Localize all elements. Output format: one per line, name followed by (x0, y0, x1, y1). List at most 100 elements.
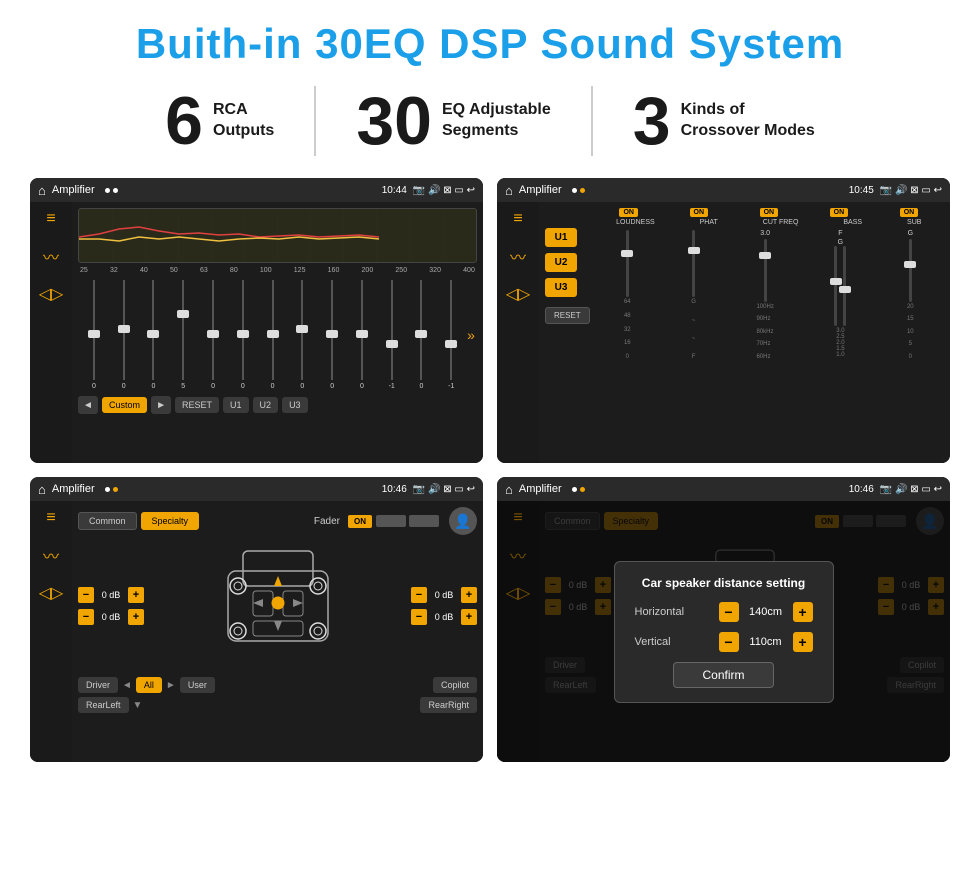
cross-controls: ON ON ON ON ON LOUDNESS PHAT CUT FREQ (594, 208, 944, 457)
status-dots-eq (105, 188, 118, 193)
screen-content-fader: ≡ 〰 ◁▷ Common Specialty Fader ON (30, 501, 483, 762)
home-icon-dialog[interactable]: ⌂ (505, 482, 513, 497)
u2-button[interactable]: U2 (545, 253, 577, 272)
db-plus-br[interactable]: + (461, 609, 477, 625)
status-icons-cross: 📷 🔊 ⊠ ▭ ↩ (880, 185, 942, 196)
db-minus-tr[interactable]: − (411, 587, 427, 603)
fader-bottom-row2: RearLeft ▼ RearRight (78, 697, 477, 713)
eq-u1-btn[interactable]: U1 (223, 397, 249, 413)
dialog-plus-vertical[interactable]: + (793, 632, 813, 652)
eq-slider-11[interactable]: 0 (408, 280, 436, 390)
eq-slider-2[interactable]: 0 (140, 280, 168, 390)
u3-button[interactable]: U3 (545, 278, 577, 297)
sidebar-icon-speaker[interactable]: ◁▷ (39, 284, 64, 304)
eq-sliders: 0 0 0 5 0 0 0 0 0 0 -1 0 -1 » (78, 280, 477, 390)
feature-text-crossover: Kinds ofCrossover Modes (681, 100, 815, 142)
btn-copilot[interactable]: Copilot (433, 677, 477, 693)
status-bar-dialog: ⌂ Amplifier 10:46 📷 🔊 ⊠ ▭ ↩ (497, 477, 950, 501)
eq-slider-0[interactable]: 0 (80, 280, 108, 390)
eq-prev-btn[interactable]: ◄ (78, 396, 98, 414)
btn-user[interactable]: User (180, 677, 215, 693)
slider-cutfreq[interactable]: 3.0 100Hz90Hz80kHz70Hz60Hz (756, 230, 773, 360)
status-dots-dialog (572, 487, 585, 492)
label-sub: SUB (907, 219, 921, 226)
eq-slider-4[interactable]: 0 (199, 280, 227, 390)
db-plus-bl[interactable]: + (128, 609, 144, 625)
slider-bass[interactable]: F G 3.02.52.01.51.0 (834, 230, 846, 360)
slider-phat[interactable]: G~~F (691, 230, 696, 360)
fader-slider-1[interactable] (376, 515, 406, 527)
db-val-br: 0 dB (430, 612, 458, 622)
fader-on-toggle[interactable]: ON (348, 515, 372, 528)
feature-crossover: 3 Kinds ofCrossover Modes (593, 87, 855, 155)
status-title-eq: Amplifier (52, 184, 95, 196)
db-minus-bl[interactable]: − (78, 609, 94, 625)
on-badge-cutfreq: ON (760, 208, 779, 217)
db-plus-tr[interactable]: + (461, 587, 477, 603)
u1-button[interactable]: U1 (545, 228, 577, 247)
dialog-label-horizontal: Horizontal (635, 606, 705, 618)
sidebar-icon-eq[interactable]: ≡ (46, 210, 55, 228)
sidebar-icon-cross1[interactable]: ≡ (513, 210, 522, 228)
sidebar-icon-fader1[interactable]: ≡ (46, 509, 55, 527)
dialog-plus-horizontal[interactable]: + (793, 602, 813, 622)
eq-slider-8[interactable]: 0 (318, 280, 346, 390)
eq-next-btn[interactable]: ► (151, 396, 171, 414)
dot-d2 (580, 487, 585, 492)
sidebar-icon-fader3[interactable]: ◁▷ (39, 583, 64, 603)
cross-sliders-row: 644832160 G~~F (594, 230, 944, 457)
db-minus-br[interactable]: − (411, 609, 427, 625)
feature-text-eq: EQ AdjustableSegments (442, 100, 551, 142)
eq-slider-10[interactable]: -1 (378, 280, 406, 390)
btn-driver[interactable]: Driver (78, 677, 118, 693)
eq-reset-btn[interactable]: RESET (175, 397, 219, 413)
db-plus-tl[interactable]: + (128, 587, 144, 603)
screen-crossover: ⌂ Amplifier 10:45 📷 🔊 ⊠ ▭ ↩ ≡ 〰 ◁▷ (497, 178, 950, 463)
sidebar-icon-cross3[interactable]: ◁▷ (506, 284, 531, 304)
status-icons-fader: 📷 🔊 ⊠ ▭ ↩ (413, 484, 475, 495)
eq-slider-3[interactable]: 5 (169, 280, 197, 390)
down-arrow-icon[interactable]: ▼ (133, 700, 143, 711)
eq-slider-6[interactable]: 0 (259, 280, 287, 390)
dot1 (105, 188, 110, 193)
fader-slider-2[interactable] (409, 515, 439, 527)
home-icon-cross[interactable]: ⌂ (505, 183, 513, 198)
eq-slider-7[interactable]: 0 (288, 280, 316, 390)
tab-specialty[interactable]: Specialty (141, 512, 200, 530)
status-bar-fader: ⌂ Amplifier 10:46 📷 🔊 ⊠ ▭ ↩ (30, 477, 483, 501)
slider-sub[interactable]: G 20151050 (907, 230, 914, 360)
screens-grid: ⌂ Amplifier 10:44 📷 🔊 ⊠ ▭ ↩ ≡ 〰 ◁▷ (30, 178, 950, 762)
eq-u2-btn[interactable]: U2 (253, 397, 279, 413)
expand-icon[interactable]: » (467, 327, 475, 343)
dialog-box: Car speaker distance setting Horizontal … (614, 561, 834, 703)
feature-rca: 6 RCAOutputs (125, 87, 314, 155)
left-arrow-icon[interactable]: ◄ (122, 680, 132, 691)
tab-common[interactable]: Common (78, 512, 137, 530)
crossover-reset-btn[interactable]: RESET (545, 307, 590, 324)
dialog-minus-vertical[interactable]: − (719, 632, 739, 652)
eq-custom-btn[interactable]: Custom (102, 397, 147, 413)
confirm-button[interactable]: Confirm (673, 662, 773, 688)
slider-loudness[interactable]: 644832160 (624, 230, 631, 360)
feature-text-rca: RCAOutputs (213, 100, 274, 142)
btn-rearleft[interactable]: RearLeft (78, 697, 129, 713)
sidebar-icon-fader2[interactable]: 〰 (43, 543, 59, 567)
eq-u3-btn[interactable]: U3 (282, 397, 308, 413)
right-arrow-icon[interactable]: ► (166, 680, 176, 691)
sidebar-icon-wave[interactable]: 〰 (43, 244, 59, 268)
db-row-tl: − 0 dB + (78, 587, 144, 603)
db-minus-tl[interactable]: − (78, 587, 94, 603)
eq-slider-5[interactable]: 0 (229, 280, 257, 390)
left-db-controls: − 0 dB + − 0 dB + (78, 587, 144, 625)
db-row-tr: − 0 dB + (411, 587, 477, 603)
screen-fader: ⌂ Amplifier 10:46 📷 🔊 ⊠ ▭ ↩ ≡ 〰 ◁▷ (30, 477, 483, 762)
dialog-minus-horizontal[interactable]: − (719, 602, 739, 622)
eq-slider-1[interactable]: 0 (110, 280, 138, 390)
eq-slider-12[interactable]: -1 (437, 280, 465, 390)
home-icon-fader[interactable]: ⌂ (38, 482, 46, 497)
eq-slider-9[interactable]: 0 (348, 280, 376, 390)
sidebar-icon-cross2[interactable]: 〰 (510, 244, 526, 268)
home-icon-eq[interactable]: ⌂ (38, 183, 46, 198)
btn-all[interactable]: All (136, 677, 162, 693)
btn-rearright[interactable]: RearRight (420, 697, 477, 713)
